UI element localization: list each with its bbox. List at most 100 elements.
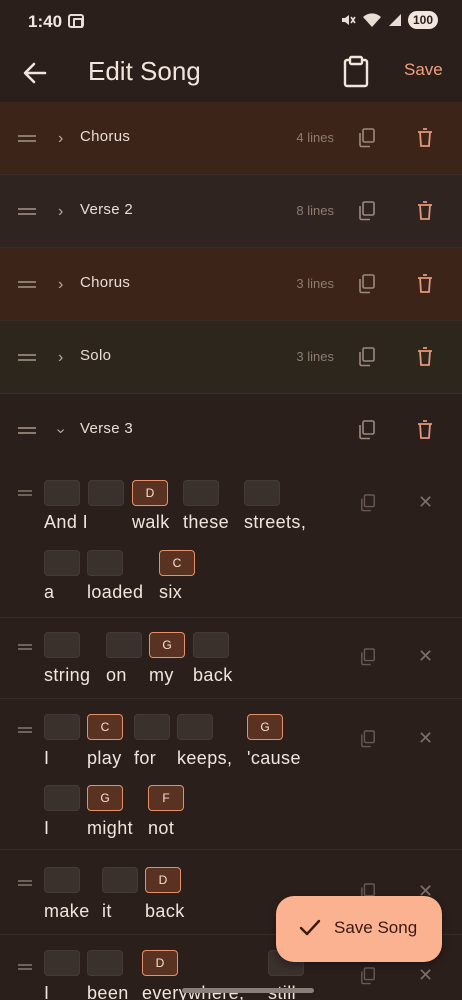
save-song-label: Save Song: [334, 918, 418, 937]
clipboard-icon[interactable]: [340, 54, 372, 88]
lyric-word[interactable]: these: [183, 512, 229, 533]
status-time: 1:40: [28, 12, 63, 31]
section-row-expanded[interactable]: › Verse 3: [0, 394, 462, 467]
drag-handle-icon[interactable]: [18, 644, 32, 646]
lyric-word[interactable]: I: [44, 983, 49, 1000]
section-row[interactable]: › Chorus 4 lines: [0, 102, 462, 175]
lyric-word[interactable]: I: [44, 748, 49, 769]
chevron-right-icon[interactable]: ›: [58, 130, 63, 148]
lyric-word[interactable]: my: [149, 665, 174, 686]
chevron-right-icon[interactable]: ›: [58, 349, 63, 367]
lyric-word[interactable]: been: [87, 983, 129, 1000]
chord-slot[interactable]: [44, 714, 80, 740]
delete-icon[interactable]: [417, 347, 433, 367]
delete-icon[interactable]: [417, 420, 433, 440]
lyric-line[interactable]: ✕ G string on my back: [0, 619, 462, 699]
drag-handle-icon[interactable]: [18, 427, 36, 429]
lyric-word[interactable]: on: [106, 665, 127, 686]
lyric-word[interactable]: back: [193, 665, 233, 686]
remove-line-icon[interactable]: ✕: [418, 646, 433, 667]
drag-handle-icon[interactable]: [18, 354, 36, 356]
chord-chip[interactable]: G: [247, 714, 283, 740]
section-row[interactable]: › Verse 2 8 lines: [0, 175, 462, 248]
save-song-button[interactable]: Save Song: [276, 896, 442, 962]
delete-icon[interactable]: [417, 128, 433, 148]
lyric-word[interactable]: six: [159, 582, 182, 603]
lyric-word[interactable]: make: [44, 901, 90, 922]
lyric-word[interactable]: not: [148, 818, 174, 839]
lyric-word[interactable]: walk: [132, 512, 170, 533]
lyric-word[interactable]: for: [134, 748, 156, 769]
chord-slot[interactable]: [88, 480, 124, 506]
chord-slot[interactable]: [244, 480, 280, 506]
copy-icon[interactable]: [360, 648, 376, 666]
chord-chip[interactable]: F: [148, 785, 184, 811]
copy-icon[interactable]: [358, 347, 376, 367]
chevron-right-icon[interactable]: ›: [58, 203, 63, 221]
line-count: 3 lines: [296, 276, 334, 291]
back-arrow-icon[interactable]: [18, 56, 52, 90]
drag-handle-icon[interactable]: [18, 964, 32, 966]
chord-slot[interactable]: [183, 480, 219, 506]
section-row[interactable]: › Chorus 3 lines: [0, 248, 462, 321]
delete-icon[interactable]: [417, 274, 433, 294]
copy-icon[interactable]: [360, 730, 376, 748]
copy-icon[interactable]: [358, 420, 376, 440]
drag-handle-icon[interactable]: [18, 880, 32, 882]
chord-slot[interactable]: [44, 480, 80, 506]
home-indicator[interactable]: [182, 988, 314, 993]
copy-icon[interactable]: [360, 967, 376, 985]
save-button[interactable]: Save: [404, 60, 443, 80]
lyric-word[interactable]: a: [44, 582, 54, 603]
drag-handle-icon[interactable]: [18, 490, 32, 492]
chord-chip[interactable]: D: [142, 950, 178, 976]
lyric-word[interactable]: I: [44, 818, 49, 839]
chord-slot[interactable]: [177, 714, 213, 740]
remove-line-icon[interactable]: ✕: [418, 965, 433, 986]
copy-icon[interactable]: [358, 201, 376, 221]
lyric-word[interactable]: it: [102, 901, 112, 922]
drag-handle-icon[interactable]: [18, 208, 36, 210]
lyric-word[interactable]: loaded: [87, 582, 143, 603]
chord-slot[interactable]: [44, 632, 80, 658]
remove-line-icon[interactable]: ✕: [418, 492, 433, 513]
chord-slot[interactable]: [87, 550, 123, 576]
drag-handle-icon[interactable]: [18, 727, 32, 729]
chord-chip[interactable]: C: [159, 550, 195, 576]
drag-handle-icon[interactable]: [18, 281, 36, 283]
chord-slot[interactable]: [193, 632, 229, 658]
line-count: 4 lines: [296, 130, 334, 145]
chord-chip[interactable]: C: [87, 714, 123, 740]
lyric-line[interactable]: ✕ C G I play for keeps, 'cause G F I mig…: [0, 700, 462, 850]
lyric-word[interactable]: play: [87, 748, 122, 769]
lyric-word[interactable]: back: [145, 901, 185, 922]
copy-icon[interactable]: [360, 494, 376, 512]
chord-slot[interactable]: [106, 632, 142, 658]
lyric-word[interactable]: string: [44, 665, 90, 686]
chord-slot[interactable]: [44, 785, 80, 811]
chord-slot[interactable]: [44, 867, 80, 893]
chord-chip[interactable]: D: [132, 480, 168, 506]
lyric-word[interactable]: 'cause: [247, 748, 301, 769]
chord-slot[interactable]: [87, 950, 123, 976]
chord-slot[interactable]: [44, 950, 80, 976]
chord-chip[interactable]: G: [87, 785, 123, 811]
chord-chip[interactable]: D: [145, 867, 181, 893]
copy-icon[interactable]: [358, 128, 376, 148]
lyric-word[interactable]: keeps,: [177, 748, 232, 769]
copy-icon[interactable]: [358, 274, 376, 294]
lyric-line[interactable]: ✕ D And I walk these streets, C a loaded…: [0, 470, 462, 618]
remove-line-icon[interactable]: ✕: [418, 728, 433, 749]
lyric-word[interactable]: might: [87, 818, 133, 839]
chord-slot[interactable]: [134, 714, 170, 740]
drag-handle-icon[interactable]: [18, 135, 36, 137]
chord-slot[interactable]: [102, 867, 138, 893]
lyric-word[interactable]: streets,: [244, 512, 306, 533]
chevron-down-icon[interactable]: ›: [52, 428, 70, 433]
chevron-right-icon[interactable]: ›: [58, 276, 63, 294]
chord-slot[interactable]: [44, 550, 80, 576]
delete-icon[interactable]: [417, 201, 433, 221]
section-row[interactable]: › Solo 3 lines: [0, 321, 462, 394]
chord-chip[interactable]: G: [149, 632, 185, 658]
lyric-word[interactable]: And I: [44, 512, 88, 533]
